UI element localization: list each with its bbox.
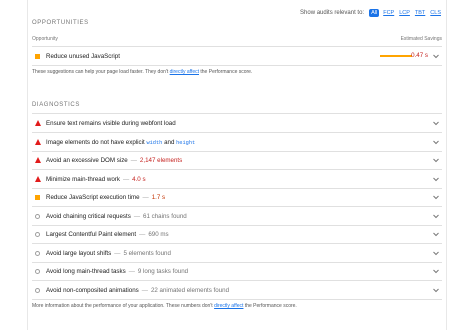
audit-display-value: 2,147 elements — [139, 156, 183, 164]
red-triangle-icon — [35, 176, 41, 182]
audit-title: Avoid long main-thread tasks — [46, 267, 126, 275]
diagnostics-note: More information about the performance o… — [32, 303, 297, 309]
audit-display-value: 1.7 s — [151, 193, 166, 201]
audit-display-value: 4.0 s — [132, 175, 146, 183]
estimated-savings-column-label: Estimated Savings — [400, 36, 442, 42]
chevron-down-icon[interactable] — [432, 119, 440, 127]
diagnostic-row-lcp-element[interactable]: Largest Contentful Paint element — 690 m… — [32, 225, 442, 243]
code-width: width — [146, 139, 163, 146]
opportunity-column-label: Opportunity — [32, 36, 58, 42]
gray-circle-icon — [35, 250, 40, 256]
filter-chip-all[interactable]: All — [369, 8, 380, 17]
savings-value: 0.47 s — [411, 52, 428, 59]
diagnostic-row-non-composited-animations[interactable]: Avoid non-composited animations — 22 ani… — [32, 281, 442, 299]
diagnostics-heading: DIAGNOSTICS — [32, 102, 80, 108]
filter-chip-fcp[interactable]: FCP — [382, 10, 395, 16]
audit-title: Largest Contentful Paint element — [46, 230, 137, 238]
audit-display-value: 22 animated elements found — [150, 286, 230, 294]
gray-circle-icon — [35, 231, 40, 237]
gray-circle-icon — [35, 287, 40, 293]
chevron-down-icon[interactable] — [432, 212, 440, 220]
code-height: height — [176, 139, 196, 146]
audit-filter-bar: Show audits relevant to: All FCP LCP TBT… — [300, 8, 442, 17]
opportunities-heading: OPPORTUNITIES — [32, 20, 89, 26]
chevron-down-icon[interactable] — [432, 267, 440, 275]
chevron-down-icon[interactable] — [432, 156, 440, 164]
divider — [32, 65, 442, 66]
audit-title: Avoid an excessive DOM size — [46, 156, 128, 164]
chevron-down-icon[interactable] — [432, 138, 440, 146]
filter-label: Show audits relevant to: — [300, 9, 365, 16]
opportunities-note: These suggestions can help your page loa… — [32, 69, 253, 75]
right-gutter — [446, 0, 474, 330]
chevron-down-icon[interactable] — [432, 230, 440, 238]
audit-title: Image elements do not have explicit widt… — [46, 138, 196, 146]
divider — [32, 299, 442, 300]
gray-circle-icon — [35, 268, 40, 274]
audit-title: Reduce unused JavaScript — [46, 52, 120, 60]
diagnostic-row-js-execution[interactable]: Reduce JavaScript execution time — 1.7 s — [32, 188, 442, 206]
diagnostic-row-dom-size[interactable]: Avoid an excessive DOM size — 2,147 elem… — [32, 151, 442, 169]
savings-bar — [380, 55, 412, 57]
audit-display-value: 61 chains found — [143, 212, 187, 220]
chevron-down-icon[interactable] — [432, 52, 440, 60]
audit-display-value: 9 long tasks found — [137, 267, 189, 275]
diagnostic-row-webfont[interactable]: Ensure text remains visible during webfo… — [32, 114, 442, 132]
red-triangle-icon — [35, 120, 41, 126]
audit-title: Reduce JavaScript execution time — [46, 193, 140, 201]
diagnostic-row-layout-shifts[interactable]: Avoid large layout shifts — 5 elements f… — [32, 244, 442, 262]
filter-chip-lcp[interactable]: LCP — [398, 10, 411, 16]
chevron-down-icon[interactable] — [432, 249, 440, 257]
audit-panel: Show audits relevant to: All FCP LCP TBT… — [30, 0, 444, 330]
audit-display-value: 690 ms — [148, 230, 169, 238]
filter-chip-tbt[interactable]: TBT — [414, 10, 426, 16]
opportunities-column-header: Opportunity Estimated Savings — [32, 36, 442, 44]
chevron-down-icon[interactable] — [432, 175, 440, 183]
left-gutter — [0, 0, 28, 330]
directly-affect-link[interactable]: directly affect — [170, 69, 199, 75]
gray-circle-icon — [35, 213, 40, 219]
audit-title: Avoid large layout shifts — [46, 249, 112, 257]
diagnostic-row-long-tasks[interactable]: Avoid long main-thread tasks — 9 long ta… — [32, 262, 442, 280]
orange-square-icon — [35, 53, 40, 59]
diagnostic-row-image-dimensions[interactable]: Image elements do not have explicit widt… — [32, 133, 442, 151]
orange-square-icon — [35, 194, 40, 200]
red-triangle-icon — [35, 157, 41, 163]
audit-title: Ensure text remains visible during webfo… — [46, 119, 176, 127]
audit-title: Minimize main-thread work — [46, 175, 120, 183]
directly-affect-link[interactable]: directly affect — [214, 303, 243, 309]
filter-chip-cls[interactable]: CLS — [429, 10, 442, 16]
audit-display-value: 5 elements found — [123, 249, 171, 257]
diagnostic-row-critical-requests[interactable]: Avoid chaining critical requests — 61 ch… — [32, 207, 442, 225]
opportunity-row-reduce-unused-js[interactable]: Reduce unused JavaScript 0.47 s — [32, 47, 442, 65]
red-triangle-icon — [35, 139, 41, 145]
chevron-down-icon[interactable] — [432, 286, 440, 294]
audit-title: Avoid non-composited animations — [46, 286, 139, 294]
chevron-down-icon[interactable] — [432, 193, 440, 201]
audit-title: Avoid chaining critical requests — [46, 212, 131, 220]
diagnostic-row-main-thread[interactable]: Minimize main-thread work — 4.0 s — [32, 170, 442, 188]
